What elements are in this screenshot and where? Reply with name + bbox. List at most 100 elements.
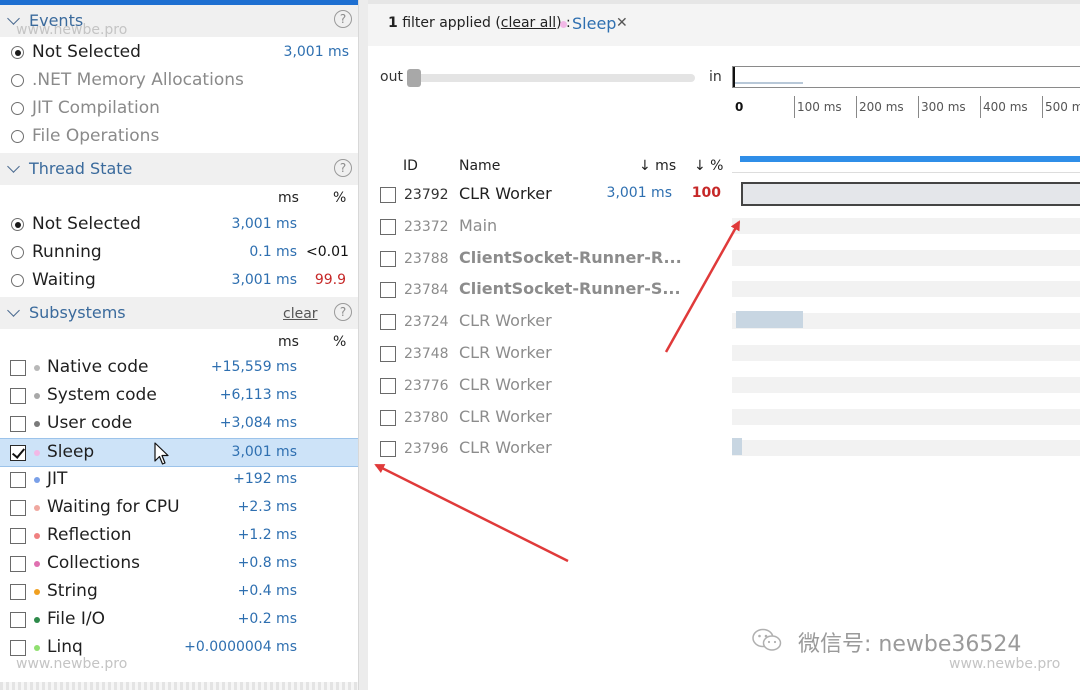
subsystem-label: JIT — [47, 469, 68, 489]
subsystem-row[interactable]: JIT +192 ms — [0, 466, 358, 494]
filter-bar: 1 filter applied (clear all) : Sleep ✕ — [368, 4, 1080, 46]
thread-timeline-track[interactable] — [732, 281, 1080, 298]
panel-splitter[interactable] — [358, 0, 368, 690]
thread-checkbox[interactable] — [380, 409, 396, 426]
subsystem-row[interactable]: Waiting for CPU +2.3 ms — [0, 494, 358, 522]
horizontal-scrollbar[interactable] — [0, 682, 358, 690]
subsystem-color-dot — [34, 477, 40, 483]
subsystem-row[interactable]: Collections +0.8 ms — [0, 550, 358, 578]
thread-timeline-track[interactable] — [732, 376, 1080, 393]
thread-row[interactable]: 23784 ClientSocket-Runner-S... — [368, 277, 1080, 301]
thread-id: 23792 — [404, 187, 449, 203]
column-header-ms-sort[interactable]: ↓ ms — [639, 158, 676, 174]
event-option-not-selected[interactable]: Not Selected 3,001 ms — [0, 39, 358, 67]
filter-chip-label[interactable]: Sleep — [572, 14, 616, 33]
thread-checkbox[interactable] — [380, 346, 396, 362]
thread-timeline-track[interactable] — [732, 249, 1080, 266]
radio-button[interactable] — [11, 102, 24, 115]
column-header-name[interactable]: Name — [459, 158, 500, 174]
column-header-pct: % — [333, 190, 347, 206]
radio-button[interactable] — [11, 74, 24, 87]
help-icon[interactable]: ? — [334, 303, 352, 321]
radio-button[interactable] — [11, 130, 24, 143]
thread-checkbox[interactable] — [380, 250, 396, 267]
subsystem-checkbox[interactable] — [10, 640, 26, 656]
subsystem-checkbox[interactable] — [10, 556, 26, 572]
thread-timeline-track[interactable] — [732, 345, 1080, 361]
thread-checkbox[interactable] — [380, 314, 396, 331]
thread-checkbox[interactable] — [380, 218, 396, 235]
thread-state-waiting[interactable]: Waiting 3,001 ms 99.9 — [0, 267, 358, 295]
subsystem-checkbox[interactable] — [10, 528, 26, 544]
thread-checkbox[interactable] — [380, 441, 396, 458]
watermark-wechat: 微信号: newbe36524 — [798, 632, 1022, 657]
subsystem-row[interactable]: User code +3,084 ms — [0, 410, 358, 438]
subsystem-checkbox[interactable] — [10, 445, 26, 461]
thread-row[interactable]: 23748 CLR Worker — [368, 341, 1080, 365]
filters-panel: Events ? www.newbe.pro Not Selected 3,00… — [0, 0, 358, 690]
event-option-memory[interactable]: .NET Memory Allocations — [0, 67, 358, 95]
chevron-down-icon[interactable] — [7, 304, 20, 317]
column-header-pct: % — [333, 334, 347, 350]
zoom-slider-thumb[interactable] — [407, 69, 421, 87]
thread-timeline-track[interactable] — [732, 440, 1080, 457]
thread-timeline-track[interactable] — [732, 408, 1080, 425]
column-header-id[interactable]: ID — [403, 158, 418, 174]
clear-all-link[interactable]: clear all — [501, 15, 556, 31]
help-icon[interactable]: ? — [334, 159, 352, 177]
column-header-pct-sort[interactable]: ↓ % — [694, 158, 723, 174]
thread-name: ClientSocket-Runner-R... — [459, 247, 682, 267]
event-option-file-ops[interactable]: File Operations — [0, 123, 358, 151]
help-icon[interactable]: ? — [334, 10, 352, 28]
radio-button[interactable] — [11, 218, 24, 231]
radio-button[interactable] — [11, 246, 24, 259]
subsystem-checkbox[interactable] — [10, 360, 26, 376]
overview-activity-bar — [740, 156, 1080, 162]
subsystem-checkbox[interactable] — [10, 472, 26, 488]
event-option-jit[interactable]: JIT Compilation — [0, 95, 358, 123]
thread-row[interactable]: 23724 CLR Worker — [368, 309, 1080, 333]
remove-filter-close-icon[interactable]: ✕ — [616, 15, 628, 31]
thread-activity-block — [732, 438, 742, 455]
subsystem-color-dot — [34, 365, 40, 371]
clear-link[interactable]: clear — [283, 306, 318, 322]
subsystem-checkbox[interactable] — [10, 612, 26, 628]
subsystem-row[interactable]: String +0.4 ms — [0, 578, 358, 606]
subsystems-section-header[interactable]: Subsystems clear ? — [0, 297, 358, 329]
thread-row[interactable]: 23776 CLR Worker — [368, 373, 1080, 397]
thread-row[interactable]: 23796 CLR Worker — [368, 436, 1080, 460]
subsystem-row[interactable]: File I/O +0.2 ms — [0, 606, 358, 634]
subsystem-row[interactable]: Reflection +1.2 ms — [0, 522, 358, 550]
thread-checkbox[interactable] — [380, 377, 396, 394]
selected-thread-timeline-bar[interactable] — [741, 182, 1080, 206]
thread-row[interactable]: 23788 ClientSocket-Runner-R... — [368, 246, 1080, 270]
subsystem-checkbox[interactable] — [10, 388, 26, 404]
subsystem-checkbox[interactable] — [10, 500, 26, 516]
thread-state-not-selected[interactable]: Not Selected 3,001 ms — [0, 211, 358, 239]
time-ruler: 0 100 ms 200 ms 300 ms 400 ms 500 ms — [732, 96, 1080, 123]
radio-button[interactable] — [11, 274, 24, 287]
thread-state-running[interactable]: Running 0.1 ms <0.01 — [0, 239, 358, 267]
zoom-slider-track[interactable] — [410, 74, 695, 82]
thread-state-section-header[interactable]: Thread State ? — [0, 153, 358, 185]
thread-checkbox[interactable] — [380, 187, 396, 203]
radio-button[interactable] — [11, 46, 24, 59]
chevron-down-icon[interactable] — [7, 160, 20, 173]
thread-checkbox[interactable] — [380, 282, 396, 299]
thread-timeline-track[interactable] — [732, 217, 1080, 234]
subsystem-row[interactable]: Sleep 3,001 ms — [0, 438, 358, 467]
time-tick-label: 500 ms — [1045, 100, 1080, 114]
column-header-ms: ms — [278, 334, 299, 350]
thread-row[interactable]: 23780 CLR Worker — [368, 405, 1080, 429]
subsystem-row[interactable]: System code +6,113 ms — [0, 382, 358, 410]
filter-count: 1 — [388, 15, 398, 31]
thread-pct: 100 — [691, 185, 721, 201]
subsystem-row[interactable]: Native code +15,559 ms — [0, 354, 358, 382]
subsystem-checkbox[interactable] — [10, 416, 26, 432]
subsystem-checkbox[interactable] — [10, 584, 26, 600]
subsystem-ms: +0.8 ms — [237, 555, 297, 571]
subsystem-ms: +3,084 ms — [219, 415, 297, 431]
thread-row[interactable]: 23372 Main — [368, 214, 1080, 238]
overview-minimap[interactable] — [732, 66, 1080, 88]
timeline-overview-area — [732, 122, 1080, 173]
